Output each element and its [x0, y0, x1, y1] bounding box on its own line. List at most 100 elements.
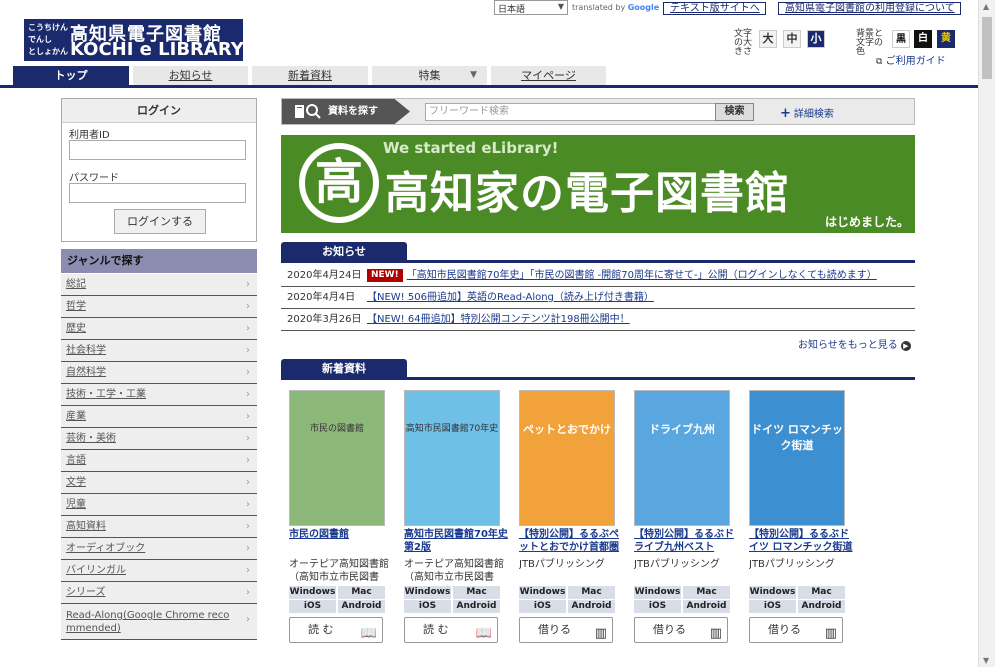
chevron-right-icon: › — [246, 477, 250, 488]
tab-new-arrivals[interactable]: 新着資料 — [252, 66, 368, 85]
book-cover[interactable]: 高知市民図書館70年史 — [404, 390, 500, 526]
scroll-thumb[interactable] — [982, 17, 992, 79]
advanced-search-link[interactable]: + 詳細検索 — [780, 105, 834, 121]
genre-label: オーディオブック — [66, 543, 146, 554]
genre-item[interactable]: 社会科学 › — [61, 340, 257, 362]
news-heading: お知らせ — [281, 242, 407, 261]
more-news-link[interactable]: お知らせをもっと見る ▶ — [798, 336, 911, 351]
register-link[interactable]: 高知県電子図書館の利用登録について — [778, 2, 961, 15]
bg-black-button[interactable]: 黒 — [892, 30, 910, 48]
cover-text: 高知市民図書館70年史 — [405, 424, 499, 434]
language-select[interactable]: 日本語 ▼ — [494, 0, 568, 15]
tab-top[interactable]: トップ — [13, 66, 129, 85]
news-title-link[interactable]: 「高知市民図書館70年史」「市民の図書館 -開館70周年に寄せて-」公開（ログイ… — [407, 270, 877, 281]
language-value: 日本語 — [498, 5, 526, 15]
book-title-link[interactable]: 【特別公開】るるぶドイツ ロマンチック街道 — [749, 528, 853, 556]
genre-item[interactable]: 芸術・美術 › — [61, 428, 257, 450]
search-button[interactable]: 検索 — [715, 103, 754, 121]
genre-item[interactable]: 技術・工学・工業 › — [61, 384, 257, 406]
tab-news[interactable]: お知らせ — [133, 66, 248, 85]
ios-badge: iOS — [404, 600, 451, 613]
search-input[interactable]: フリーワード検索 — [425, 103, 717, 121]
book-cover[interactable]: ドイツ ロマンチック街道 — [749, 390, 845, 526]
text-site-link[interactable]: テキスト版サイトへ — [663, 2, 766, 15]
bg-white-button[interactable]: 白 — [914, 30, 932, 48]
banner-tail: はじめました。 — [824, 215, 909, 229]
genre-item[interactable]: 哲学 › — [61, 296, 257, 318]
book-title-link[interactable]: 高知市民図書館70年史 第2版 — [404, 528, 508, 556]
book-publisher: JTBパブリッシング — [634, 559, 720, 570]
genre-label: Read-Along(Google Chrome recommended) — [66, 610, 230, 634]
font-size-small-button[interactable]: 小 — [807, 30, 825, 48]
font-size-large-button[interactable]: 大 — [759, 30, 777, 48]
book-cover[interactable]: ペットとおでかけ — [519, 390, 615, 526]
genre-item[interactable]: 児童 › — [61, 494, 257, 516]
ios-badge: iOS — [749, 600, 796, 613]
book-publisher: JTBパブリッシング — [519, 559, 605, 570]
bg-yellow-button[interactable]: 黄 — [937, 30, 955, 48]
book-title-link[interactable]: 【特別公開】るるぶドライブ九州ベスト — [634, 528, 738, 556]
chevron-right-icon: › — [246, 521, 250, 532]
banner-subtitle: We started eLibrary! — [383, 139, 559, 157]
windows-badge: Windows — [404, 586, 451, 599]
plus-icon: + — [780, 106, 791, 121]
logo-kana-2: でんし — [28, 35, 52, 44]
ios-badge: iOS — [289, 600, 336, 613]
book-title-link[interactable]: 【特別公開】るるぶペットとおでかけ首都圏 — [519, 528, 623, 556]
chevron-right-icon: › — [246, 614, 250, 625]
genre-label: 技術・工学・工業 — [66, 389, 146, 400]
genre-item[interactable]: 自然科学 › — [61, 362, 257, 384]
login-panel: ログイン 利用者ID パスワード ログインする — [61, 98, 257, 242]
chevron-right-icon: › — [246, 301, 250, 312]
more-news-label: お知らせをもっと見る — [798, 340, 898, 351]
read-button[interactable]: 読 む 📖 — [289, 617, 383, 643]
caret-down-icon: ▼ — [470, 70, 477, 80]
windows-badge: Windows — [749, 586, 796, 599]
borrow-button[interactable]: 借りる ▥ — [749, 617, 843, 643]
seal-char: 高 — [314, 154, 363, 210]
book-cover[interactable]: 市民の図書館 — [289, 390, 385, 526]
genre-item[interactable]: オーディオブック › — [61, 538, 257, 560]
genre-item[interactable]: 産業 › — [61, 406, 257, 428]
scroll-up-icon[interactable]: ▲ — [983, 2, 989, 11]
borrow-button-label: 借りる — [538, 623, 571, 636]
tab-mypage[interactable]: マイページ — [491, 66, 606, 85]
genre-label: 言語 — [66, 455, 86, 466]
genre-item[interactable]: 総記 › — [61, 274, 257, 296]
hero-banner[interactable]: 高 We started eLibrary! 高知家の電子図書館 はじめました。 — [281, 135, 915, 233]
guide-link-wrap[interactable]: ⧉ ご利用ガイド — [876, 52, 946, 67]
genre-item[interactable]: Read-Along(Google Chrome recommended) › — [61, 604, 257, 640]
google-translate-credit: translated by Google — [572, 3, 659, 12]
arrow-right-circle-icon: ▶ — [900, 341, 911, 351]
login-button[interactable]: ログインする — [114, 209, 206, 234]
scroll-down-icon[interactable]: ▼ — [983, 656, 989, 665]
genre-item[interactable]: 言語 › — [61, 450, 257, 472]
search-label: 資料を探す — [282, 99, 410, 124]
tab-features[interactable]: 特集 ▼ — [372, 66, 487, 85]
chevron-right-icon: › — [246, 587, 250, 598]
borrow-button[interactable]: 借りる ▥ — [634, 617, 728, 643]
genre-heading: ジャンルで探す — [61, 249, 257, 273]
borrow-button[interactable]: 借りる ▥ — [519, 617, 613, 643]
genre-item[interactable]: 高知資料 › — [61, 516, 257, 538]
news-title-link[interactable]: 【NEW! 506冊追加】英語のRead-Along（読み上げ付き書籍） — [367, 292, 654, 303]
read-button[interactable]: 読 む 📖 — [404, 617, 498, 643]
user-id-input[interactable] — [69, 140, 246, 160]
genre-item[interactable]: バイリンガル › — [61, 560, 257, 582]
books-icon: ▥ — [824, 626, 837, 641]
news-title-link[interactable]: 【NEW! 64冊追加】特別公開コンテンツ計198冊公開中！ — [367, 314, 630, 325]
site-logo[interactable]: こうちけん でんし としょかん 高知県電子図書館 KOCHI e LIBRARY — [24, 19, 244, 61]
genre-item[interactable]: 文学 › — [61, 472, 257, 494]
android-badge: Android — [568, 600, 615, 613]
genre-item[interactable]: シリーズ › — [61, 582, 257, 604]
tab-features-label: 特集 — [418, 69, 441, 82]
scrollbar[interactable]: ▲ ▼ — [978, 0, 995, 667]
font-size-medium-button[interactable]: 中 — [783, 30, 801, 48]
banner-title: 高知家の電子図書館 — [385, 168, 790, 219]
password-input[interactable] — [69, 183, 246, 203]
book-cover[interactable]: ドライブ九州 — [634, 390, 730, 526]
chevron-right-icon: › — [246, 279, 250, 290]
genre-item[interactable]: 歴史 › — [61, 318, 257, 340]
new-arrivals-section-header: 新着資料 — [281, 359, 915, 380]
book-title-link[interactable]: 市民の図書館 — [289, 528, 393, 556]
